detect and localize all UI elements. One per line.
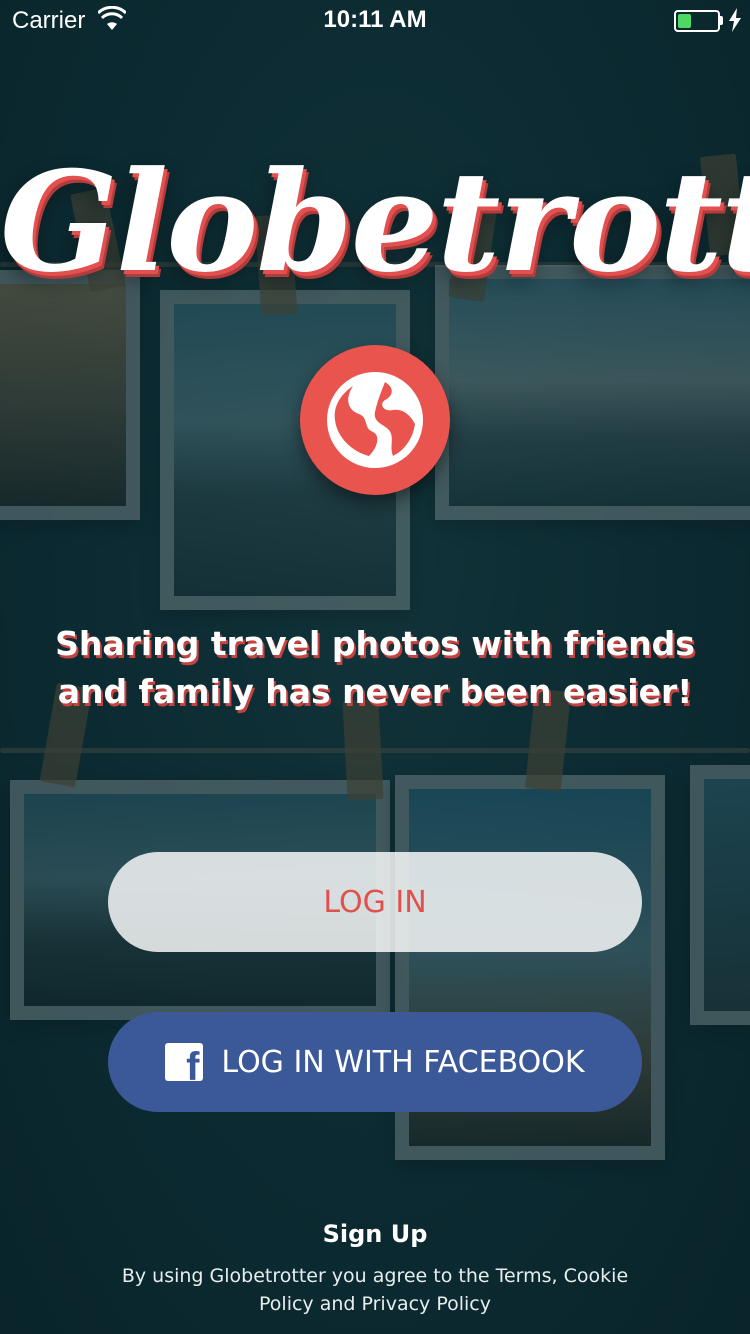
charging-icon <box>729 8 741 32</box>
app-logo-text: Globetrotter <box>0 140 750 303</box>
login-screen: Carrier 10:11 AM Globetrotter Sharing tr… <box>0 0 750 1334</box>
signup-link[interactable]: Sign Up <box>0 1220 750 1248</box>
battery-icon <box>674 10 720 32</box>
facebook-icon: f <box>165 1043 204 1081</box>
globe-badge <box>300 345 450 495</box>
clock: 10:11 AM <box>323 6 427 33</box>
globe-icon <box>327 372 423 468</box>
facebook-login-button[interactable]: f LOG IN WITH FACEBOOK <box>108 1012 642 1112</box>
battery-level <box>678 14 692 28</box>
status-bar: Carrier 10:11 AM <box>0 0 750 40</box>
terms-text[interactable]: By using Globetrotter you agree to the T… <box>120 1262 630 1318</box>
login-button[interactable]: LOG IN <box>108 852 642 952</box>
tagline: Sharing travel photos with friends and f… <box>55 624 695 711</box>
login-button-label: LOG IN <box>323 884 427 920</box>
facebook-login-label: LOG IN WITH FACEBOOK <box>221 1044 585 1080</box>
battery-tip <box>720 16 723 25</box>
